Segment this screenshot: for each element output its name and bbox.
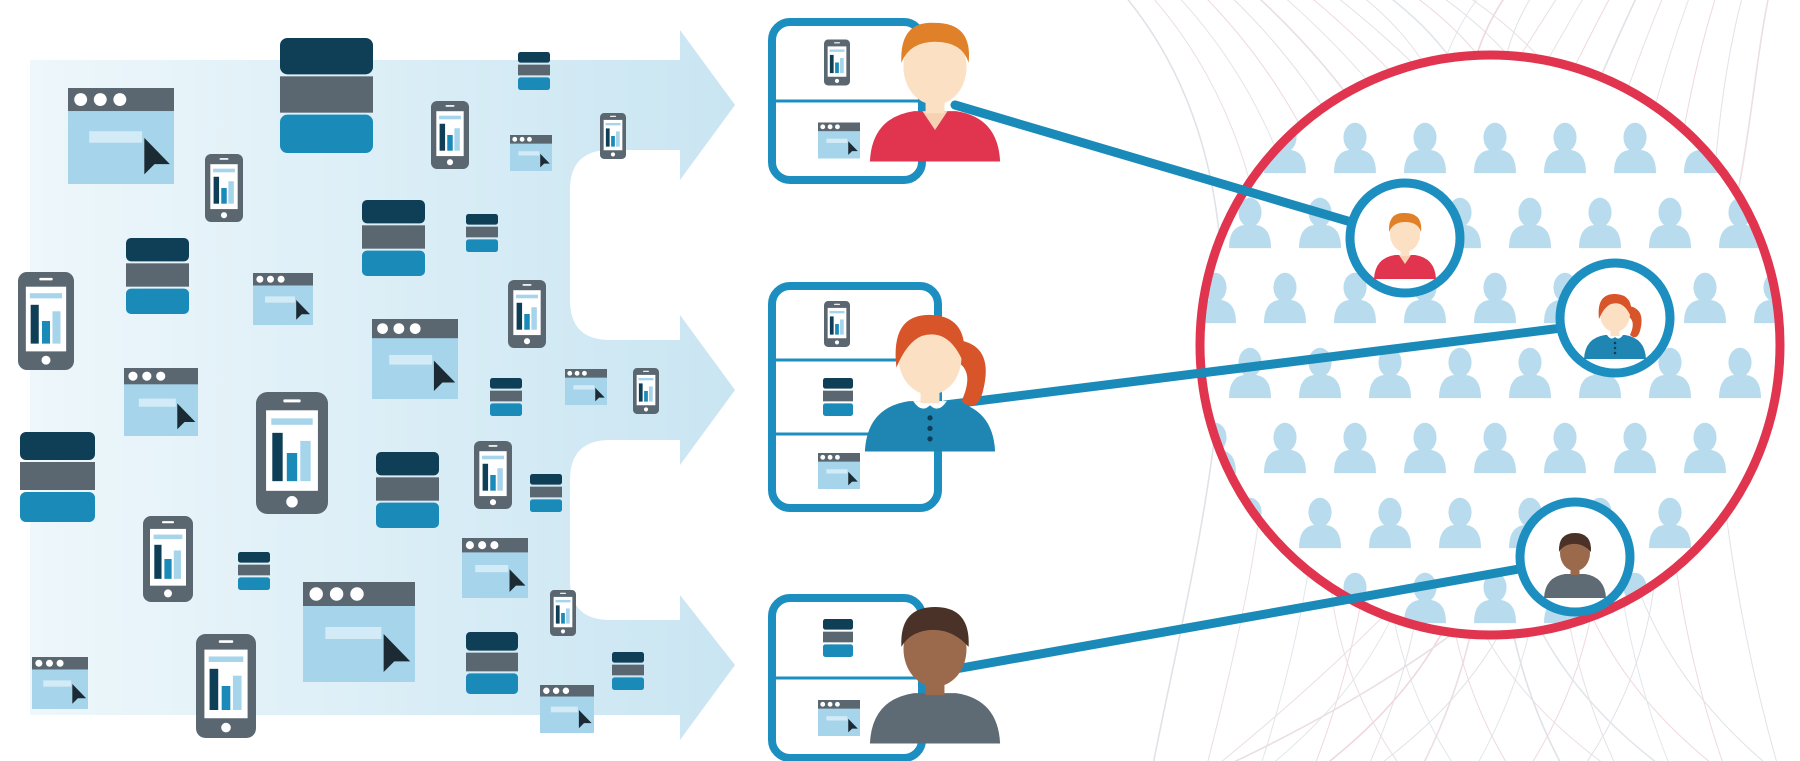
highlighted-person-1 [1345, 178, 1465, 298]
browser-window-icon [68, 88, 174, 184]
browser-window-icon [124, 368, 198, 436]
mobile-chart-icon [824, 301, 850, 347]
browser-window-icon [540, 685, 594, 733]
database-icon [376, 452, 439, 528]
database-icon [530, 474, 562, 512]
crowd-person-icon [1369, 648, 1411, 698]
crowd-person-icon [1229, 648, 1271, 698]
crowd-person-icon [1200, 572, 1236, 624]
crowd-person-icon [1754, 122, 1780, 174]
user-profiles [768, 18, 1001, 761]
highlighted-person-3 [1515, 497, 1635, 617]
database-icon [518, 52, 550, 90]
browser-window-icon [510, 135, 552, 171]
browser-window-icon [372, 319, 458, 399]
browser-window-icon [818, 122, 860, 159]
mobile-chart-icon [600, 113, 626, 159]
diagram-canvas [18, 0, 1800, 761]
data-to-audience-diagram [0, 0, 1800, 761]
crowd-person-icon [1579, 648, 1621, 698]
mobile-chart-icon [256, 392, 328, 514]
database-icon [238, 552, 270, 590]
crowd-person-icon [1684, 572, 1726, 624]
browser-window-icon [462, 538, 528, 598]
database-icon [612, 652, 644, 690]
browser-window-icon [32, 657, 88, 709]
database-icon [362, 200, 425, 276]
database-icon [126, 238, 189, 314]
mobile-chart-icon [205, 154, 243, 222]
highlighted-person-2 [1555, 258, 1675, 378]
crowd-person-icon [1719, 648, 1761, 698]
mobile-chart-icon [633, 368, 659, 414]
crowd-person-icon [1649, 648, 1691, 698]
mobile-chart-icon [143, 516, 193, 602]
database-icon [20, 432, 95, 522]
browser-window-icon [818, 700, 860, 736]
mobile-chart-icon [196, 634, 256, 738]
crowd-person-icon [1789, 348, 1800, 398]
database-icon [823, 619, 853, 657]
mobile-chart-icon [474, 441, 512, 509]
browser-window-icon [303, 582, 415, 682]
mobile-chart-icon [550, 590, 576, 636]
crowd-person-icon [1754, 572, 1780, 624]
crowd-person-icon [1200, 122, 1236, 174]
crowd-person-icon [1789, 648, 1800, 698]
mobile-chart-icon [824, 39, 850, 86]
mobile-chart-icon [431, 101, 469, 169]
database-icon [280, 38, 373, 153]
database-icon [490, 378, 522, 416]
crowd-person-icon [1789, 198, 1800, 248]
mobile-chart-icon [18, 272, 74, 370]
database-icon [466, 214, 498, 252]
database-icon [823, 378, 853, 416]
crowd-person-icon [1789, 498, 1800, 548]
mobile-chart-icon [508, 280, 546, 348]
audience-circle [1195, 50, 1800, 698]
browser-window-icon [253, 273, 313, 325]
database-icon [466, 632, 518, 694]
browser-window-icon [565, 369, 607, 405]
browser-window-icon [818, 453, 860, 489]
